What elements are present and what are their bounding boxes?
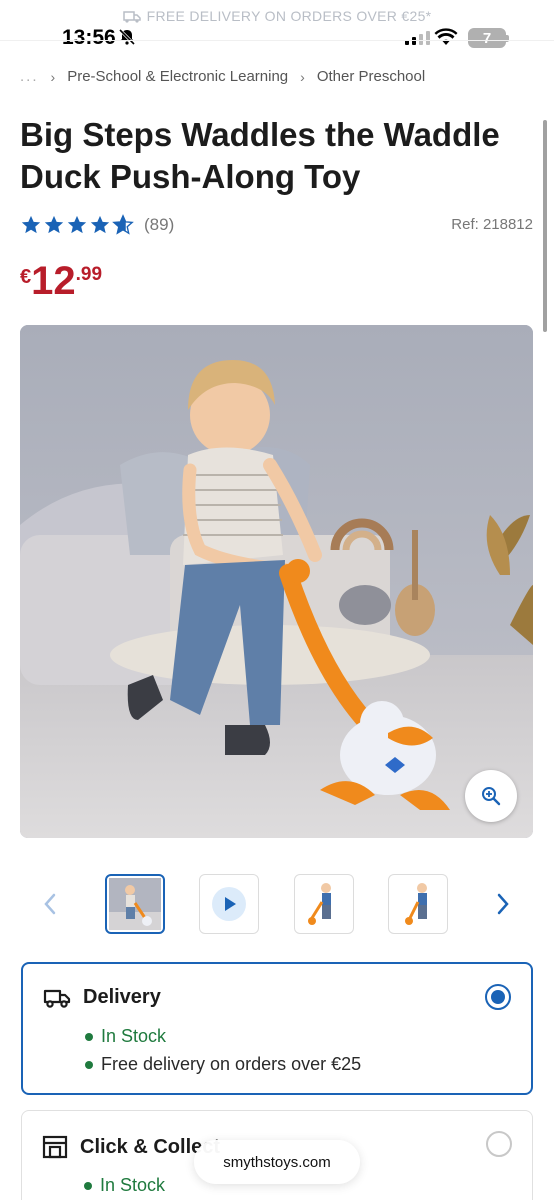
delivery-title: Delivery [83, 986, 161, 1008]
delivery-option[interactable]: Delivery In Stock Free delivery on order… [21, 962, 533, 1095]
collect-header: Click & Collect [42, 1135, 220, 1159]
thumbnail-photo [109, 878, 161, 930]
price-main: 12 [31, 259, 76, 303]
rating-count: (89) [144, 215, 175, 234]
browser-url-bar[interactable]: smythstoys.com [194, 1140, 360, 1184]
product-photo [20, 325, 533, 838]
store-icon [42, 1135, 68, 1159]
wifi-icon [434, 28, 458, 45]
breadcrumb-item-other[interactable]: Other Preschool [317, 68, 425, 85]
delivery-radio[interactable] [485, 984, 511, 1010]
status-dot [84, 1181, 92, 1190]
star-icon [67, 215, 87, 234]
star-half-icon [112, 214, 134, 235]
thumbnail-photo [308, 883, 331, 925]
delivery-stock-text: In Stock [101, 1026, 167, 1046]
collect-stock: In Stock [84, 1175, 165, 1196]
chevron-right-icon: › [50, 68, 56, 85]
collect-stock-text: In Stock [100, 1175, 166, 1195]
delivery-stock: In Stock [85, 1026, 166, 1047]
play-icon [212, 887, 246, 921]
collect-radio[interactable] [486, 1131, 512, 1157]
price: € 12 .99 [20, 258, 102, 304]
star-icon [44, 215, 64, 234]
thumbnail-4[interactable] [388, 874, 448, 934]
price-cents: .99 [75, 264, 103, 285]
divider [0, 40, 554, 41]
truck-icon [43, 989, 71, 1008]
truck-icon [122, 11, 141, 23]
zoom-in-icon [482, 787, 501, 806]
star-icon [21, 215, 41, 234]
battery-level: 7 [482, 29, 492, 47]
thumbnail-photo [405, 883, 427, 925]
chevron-right-icon: › [300, 68, 305, 85]
chevron-left-icon[interactable] [42, 892, 58, 916]
breadcrumb-ellipsis[interactable]: ... [20, 68, 39, 85]
scrollbar[interactable] [543, 120, 547, 332]
breadcrumb: ... › Pre-School & Electronic Learning ›… [20, 68, 425, 85]
delivery-note-text: Free delivery on orders over €25 [101, 1054, 362, 1074]
thumbnail-video[interactable] [199, 874, 259, 934]
product-title: Big Steps Waddles the Waddle Duck Push-A… [20, 116, 500, 195]
thumbnail-strip [0, 874, 554, 934]
breadcrumb-item-preschool[interactable]: Pre-School & Electronic Learning [67, 68, 288, 85]
product-image[interactable] [20, 325, 533, 838]
status-bar: 13:56 7 [0, 26, 554, 52]
battery-icon: 7 [468, 28, 509, 48]
zoom-button[interactable] [465, 770, 517, 822]
rating-stars [20, 214, 134, 236]
thumbnail-1[interactable] [105, 874, 165, 934]
product-ref: Ref: 218812 [451, 216, 533, 233]
clock-text: 13:56 [62, 26, 116, 49]
price-currency: € [20, 266, 32, 288]
thumbnail-3[interactable] [294, 874, 354, 934]
promo-text: FREE DELIVERY ON ORDERS OVER €25* [146, 8, 432, 24]
url-text: smythstoys.com [223, 1153, 331, 1171]
delivery-header: Delivery [43, 986, 161, 1009]
cellular-signal-icon [405, 30, 430, 45]
clock: 13:56 [62, 26, 136, 50]
rating[interactable]: (89) [20, 214, 174, 236]
chevron-right-icon[interactable] [495, 892, 511, 916]
status-dot [85, 1060, 93, 1069]
delivery-note: Free delivery on orders over €25 [85, 1054, 361, 1075]
bell-muted-icon [118, 28, 135, 46]
status-dot [85, 1032, 93, 1041]
star-icon [90, 215, 110, 234]
promo-banner: FREE DELIVERY ON ORDERS OVER €25* [0, 8, 554, 24]
